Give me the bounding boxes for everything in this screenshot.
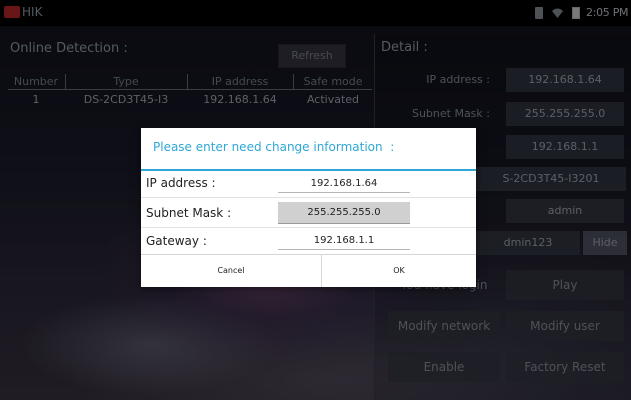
cancel-button[interactable]: Cancel: [141, 255, 321, 287]
dialog-gateway-label: Gateway :: [146, 234, 207, 248]
dialog-button-bar: Cancel OK: [141, 254, 476, 287]
ip-address-field[interactable]: [278, 174, 410, 193]
dialog-mask-label: Subnet Mask :: [146, 206, 232, 220]
ok-button[interactable]: OK: [322, 255, 476, 287]
dialog-row-divider: [141, 227, 476, 228]
gateway-field[interactable]: [278, 231, 410, 250]
dialog-row-divider: [141, 197, 476, 198]
dialog-ip-label: IP address :: [146, 176, 216, 190]
subnet-mask-field[interactable]: [278, 202, 410, 224]
change-network-dialog: Please enter need change information : I…: [141, 128, 476, 287]
dialog-title-divider: [141, 169, 476, 171]
dialog-title: Please enter need change information :: [153, 140, 395, 154]
